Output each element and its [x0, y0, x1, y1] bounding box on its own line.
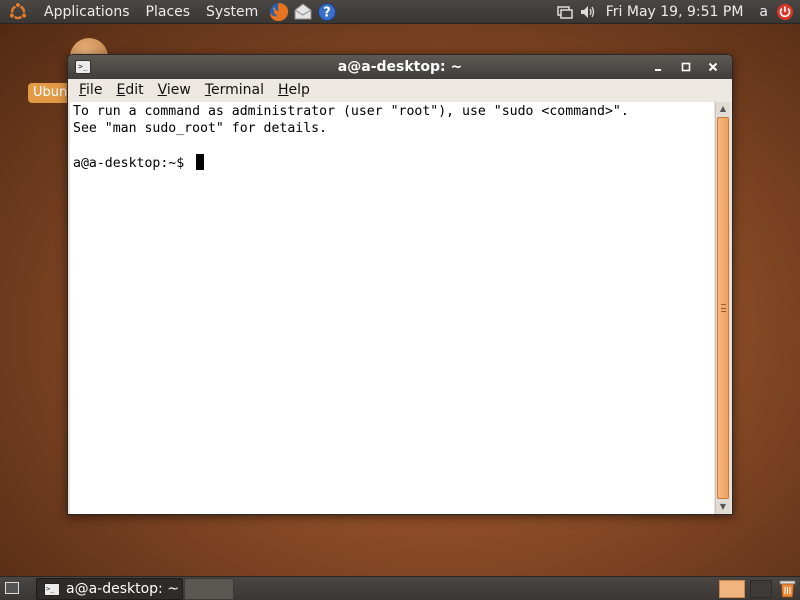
terminal-line: See "man sudo_root" for details.: [73, 121, 328, 136]
menu-view[interactable]: View: [151, 79, 198, 102]
window-menubar: File Edit View Terminal Help: [68, 79, 732, 102]
taskbar-label: a@a-desktop: ~: [66, 581, 179, 597]
maximize-button[interactable]: [678, 59, 694, 75]
window-title: a@a-desktop: ~: [337, 59, 463, 75]
network-icon[interactable]: [554, 1, 576, 23]
terminal-line: ​: [73, 137, 714, 154]
text-cursor: [196, 154, 205, 170]
menu-help[interactable]: Help: [271, 79, 317, 102]
terminal-prompt-line[interactable]: a@a-desktop:~$: [73, 154, 714, 172]
scroll-down-arrow-icon[interactable]: ▼: [716, 500, 730, 514]
power-icon[interactable]: [774, 1, 796, 23]
terminal-icon: >_: [44, 582, 60, 596]
user-switcher[interactable]: a: [753, 4, 772, 20]
close-button[interactable]: [705, 59, 721, 75]
help-icon[interactable]: ?: [316, 1, 338, 23]
mail-icon[interactable]: [292, 1, 314, 23]
desktop-icon-label[interactable]: Ubuntu: [28, 83, 72, 103]
scroll-up-arrow-icon[interactable]: ▲: [716, 102, 730, 116]
terminal-window: >_ a@a-desktop: ~ File Edit View Termina…: [67, 54, 733, 515]
svg-text:?: ?: [323, 5, 331, 20]
top-panel: Applications Places System ? Fri May 19,…: [0, 0, 800, 24]
bottom-panel: >_ a@a-desktop: ~: [0, 576, 800, 600]
ubuntu-logo-icon[interactable]: [8, 1, 28, 22]
terminal-output[interactable]: To run a command as administrator (user …: [70, 102, 714, 514]
workspace-2[interactable]: [750, 580, 772, 598]
panel-tray: Fri May 19, 9:51 PM a: [552, 0, 800, 24]
taskbar-empty-slot: [184, 578, 234, 600]
terminal-scrollbar[interactable]: ▲ ▼: [715, 102, 730, 514]
firefox-icon[interactable]: [268, 1, 290, 23]
clock[interactable]: Fri May 19, 9:51 PM: [600, 4, 754, 20]
system-menu[interactable]: System: [198, 0, 266, 24]
minimize-button[interactable]: [650, 59, 666, 75]
menu-edit[interactable]: Edit: [109, 79, 150, 102]
show-desktop-icon[interactable]: [5, 582, 19, 594]
terminal-prompt: a@a-desktop:~$: [73, 156, 193, 171]
menu-terminal[interactable]: Terminal: [198, 79, 271, 102]
taskbar-terminal-button[interactable]: >_ a@a-desktop: ~: [36, 578, 183, 600]
terminal-line: To run a command as administrator (user …: [73, 104, 629, 119]
menu-file[interactable]: File: [68, 79, 109, 102]
volume-icon[interactable]: [578, 1, 600, 23]
window-titlebar[interactable]: >_ a@a-desktop: ~: [68, 55, 732, 79]
places-menu[interactable]: Places: [138, 0, 199, 24]
applications-menu[interactable]: Applications: [36, 0, 138, 24]
scroll-thumb[interactable]: [717, 117, 729, 499]
scroll-grip-icon: [721, 304, 726, 312]
trash-icon[interactable]: [779, 579, 796, 598]
workspace-1[interactable]: [719, 580, 745, 598]
